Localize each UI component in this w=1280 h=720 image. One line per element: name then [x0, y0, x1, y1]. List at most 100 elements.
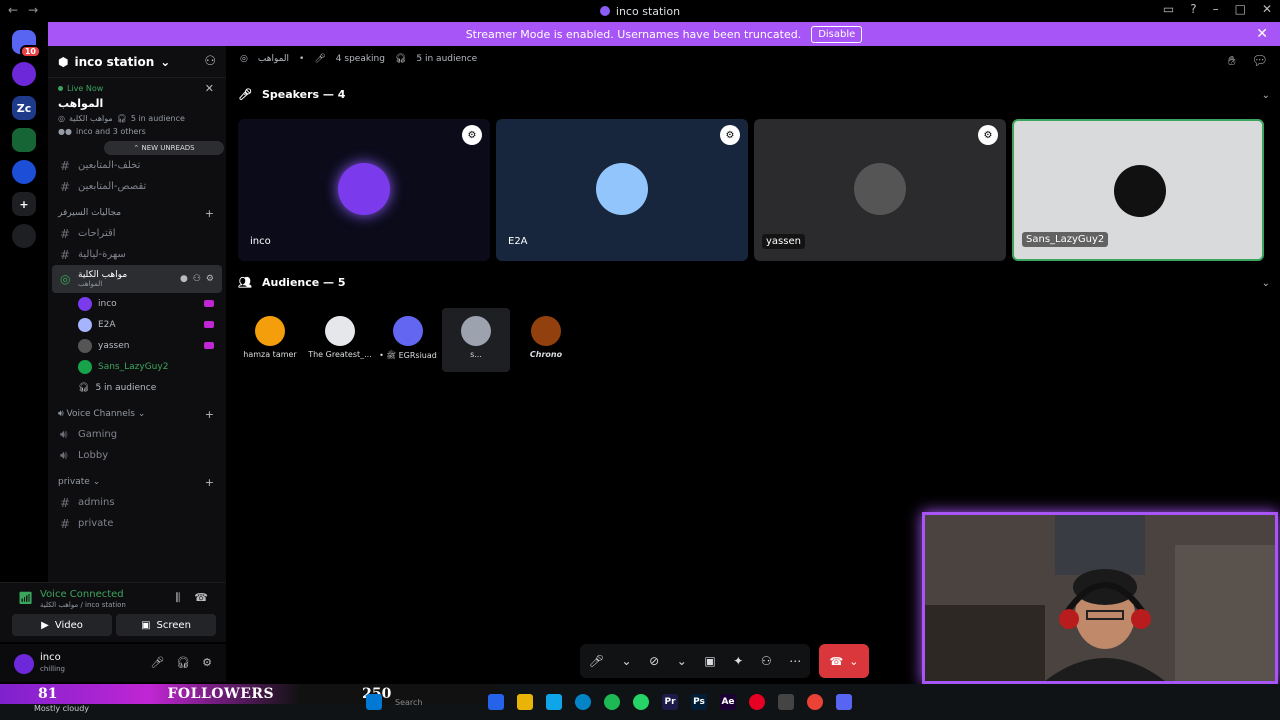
microphone-icon[interactable]: 🎤︎ [150, 656, 164, 669]
channel-item[interactable]: # اقتراحات [48, 223, 226, 244]
chevron-down-icon[interactable]: ⌄ [1262, 90, 1270, 101]
audience-header[interactable]: 👥︎ Audience — 5 [238, 276, 346, 289]
channel-item[interactable]: # private [48, 513, 226, 534]
discord-icon[interactable] [836, 694, 852, 710]
server-icon[interactable]: Zc [12, 96, 36, 120]
stage-member[interactable]: E2A [48, 314, 226, 335]
close-icon[interactable]: ✕ [1256, 26, 1268, 42]
whatsapp-icon[interactable] [633, 694, 649, 710]
chrome-icon[interactable] [807, 694, 823, 710]
add-channel-icon[interactable]: + [205, 476, 214, 489]
avatar[interactable] [14, 654, 34, 674]
add-channel-icon[interactable]: + [205, 207, 214, 220]
audience-member[interactable]: The Greatest_... [306, 308, 374, 372]
audience-member[interactable]: s... [442, 308, 510, 372]
windows-start-icon[interactable] [366, 694, 382, 710]
chevron-down-icon[interactable]: ⌄ [1262, 278, 1270, 289]
pinterest-icon[interactable] [749, 694, 765, 710]
more-icon[interactable]: ⋯ [789, 654, 801, 668]
minimize-icon[interactable]: – [1213, 2, 1219, 16]
live-title: المواهب [58, 97, 104, 110]
gear-icon[interactable]: ⚙ [202, 656, 212, 669]
taskbar-search[interactable]: Search [395, 698, 475, 707]
voice-location[interactable]: مواهب الكلية / inco station [40, 601, 126, 609]
screen-share-icon[interactable]: ▣ [704, 654, 715, 668]
close-live-icon[interactable]: ✕ [205, 82, 214, 95]
camera-off-icon[interactable]: ⊘ [649, 654, 659, 668]
inbox-icon[interactable]: ▭ [1163, 2, 1174, 16]
add-member-icon[interactable]: ⚇ [204, 54, 216, 69]
screen-label: Screen [156, 619, 191, 631]
gear-icon[interactable]: ⚙ [206, 274, 214, 284]
server-icon[interactable] [12, 160, 36, 184]
stage-member[interactable]: Sans_LazyGuy2 [48, 356, 226, 377]
disconnect-icon[interactable]: ☎ [194, 591, 208, 605]
avatar [854, 163, 906, 215]
server-icon[interactable]: 10 [12, 30, 41, 58]
invite-icon[interactable]: ⚇ [193, 274, 201, 284]
speakers-header[interactable]: 🎤︎ Speakers — 4 [238, 88, 345, 101]
speaker-tile[interactable]: Sans_LazyGuy2 [1012, 119, 1264, 261]
category-voice[interactable]: 🔊︎ Voice Channels ⌄ + [48, 404, 226, 424]
edge-icon[interactable] [575, 694, 591, 710]
channel-item[interactable]: 🔊︎ Gaming [48, 424, 226, 445]
live-now-card[interactable]: Live Now المواهب ◎ مواهب الكلية 🎧︎ 5 in … [48, 78, 226, 136]
chevron-down-icon[interactable]: ⌄ [677, 654, 687, 668]
steam-icon[interactable] [778, 694, 794, 710]
headphones-icon: 🎧︎ [116, 114, 127, 123]
audience-name: Chrono [529, 350, 563, 359]
video-button[interactable]: ▶ Video [12, 614, 112, 636]
add-channel-icon[interactable]: + [205, 408, 214, 421]
user-name[interactable]: inco [40, 652, 61, 663]
stage-member[interactable]: yassen [48, 335, 226, 356]
speaker-tile[interactable]: inco ⚙ [238, 119, 490, 261]
headphones-icon[interactable]: 🎧︎ [176, 656, 190, 669]
audience-member[interactable]: Chrono [512, 308, 580, 372]
server-icon[interactable] [12, 62, 36, 86]
active-stage-channel[interactable]: ◎ مواهب الكلية المواهب ● ⚇ ⚙ [52, 265, 222, 293]
activity-icon[interactable]: ✦ [733, 654, 743, 668]
help-icon[interactable]: ? [1190, 2, 1196, 16]
server-icon[interactable] [12, 128, 36, 152]
stage-member[interactable]: inco [48, 293, 226, 314]
speaker-tile[interactable]: E2A ⚙ [496, 119, 748, 261]
category-server[interactable]: مجاليات السيرفر + [48, 203, 226, 223]
channel-item[interactable]: # تقصص-المتابعين [48, 176, 226, 197]
disable-button[interactable]: Disable [811, 25, 863, 43]
channel-item[interactable]: # admins [48, 492, 226, 513]
server-icon[interactable]: + [12, 192, 36, 216]
photoshop-icon[interactable]: Ps [691, 694, 707, 710]
camera-icon: ▶ [41, 619, 49, 631]
close-window-icon[interactable]: ✕ [1262, 2, 1272, 16]
server-header[interactable]: ⬢ inco station ⌄ ⚇ [48, 46, 226, 78]
microphone-icon[interactable]: 🎤︎ [589, 654, 604, 668]
screen-share-button[interactable]: ▣ Screen [116, 614, 216, 636]
audience-count-item[interactable]: 🎧︎ 5 in audience [48, 377, 226, 398]
speaker-tile[interactable]: yassen ⚙ [754, 119, 1006, 261]
chat-icon[interactable]: ● [180, 274, 188, 284]
channel-item[interactable]: # تخلف-المتابعين [48, 155, 226, 176]
audience-member[interactable]: • ﷺ EGRsiuad [374, 308, 442, 372]
soundboard-icon[interactable]: ⫼ [175, 591, 180, 605]
avatar [325, 316, 355, 346]
chat-icon[interactable]: 💬︎ [1251, 54, 1268, 69]
new-unreads-pill[interactable]: ⌃ NEW UNREADS [104, 141, 224, 155]
store-icon[interactable] [546, 694, 562, 710]
file-explorer-icon[interactable] [517, 694, 533, 710]
channel-item[interactable]: # سهرة-ليالية [48, 244, 226, 265]
audience-member[interactable]: hamza tamer [236, 308, 304, 372]
signal-icon[interactable]: 📶︎ [18, 591, 33, 605]
task-view-icon[interactable] [488, 694, 504, 710]
leave-call-button[interactable]: ☎ ⌄ [819, 644, 869, 678]
invite-icon[interactable]: ⚇ [761, 654, 772, 668]
maximize-icon[interactable]: □ [1235, 2, 1246, 16]
premiere-icon[interactable]: Pr [662, 694, 678, 710]
after-effects-icon[interactable]: Ae [720, 694, 736, 710]
spotify-icon[interactable] [604, 694, 620, 710]
server-icon[interactable] [12, 224, 36, 248]
voice-status[interactable]: Voice Connected [40, 589, 124, 600]
raise-hand-icon[interactable]: ✋︎ [1228, 54, 1235, 69]
chevron-down-icon[interactable]: ⌄ [622, 654, 632, 668]
channel-item[interactable]: 🔊︎ Lobby [48, 445, 226, 466]
category-private[interactable]: private ⌄ + [48, 472, 226, 492]
